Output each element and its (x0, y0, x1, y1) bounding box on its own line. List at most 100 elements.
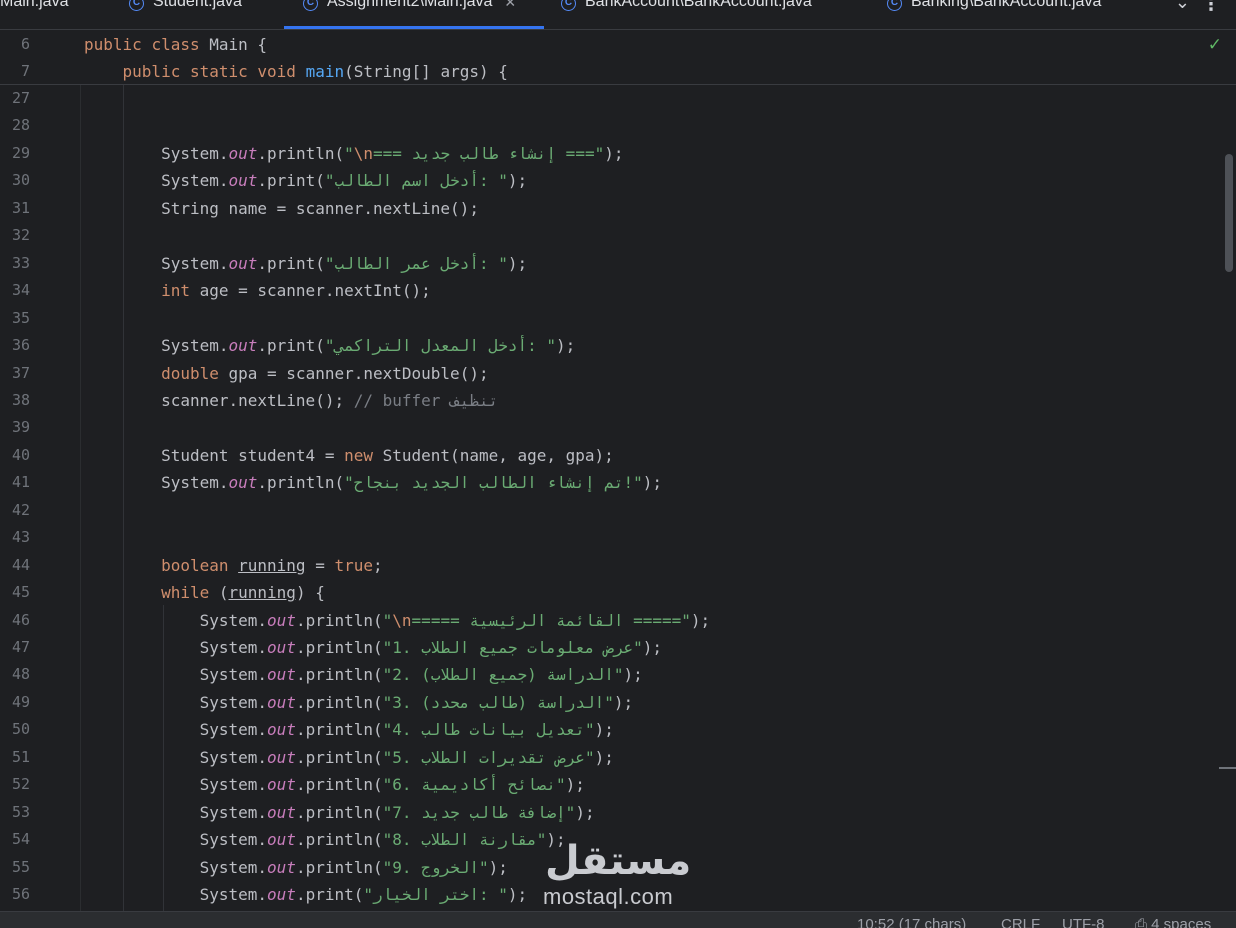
line-number[interactable]: 38 (0, 387, 30, 414)
line-number[interactable]: 34 (0, 277, 30, 304)
code-line[interactable]: 56 System.out.print("اختر الخيار: "); (0, 881, 1236, 908)
code-line[interactable]: 27 (0, 85, 1236, 112)
check-icon[interactable]: ✓ (1208, 35, 1222, 55)
code-line[interactable]: 39 (0, 414, 1236, 441)
code-token: main (305, 62, 345, 81)
line-number[interactable]: 50 (0, 716, 30, 743)
line-number[interactable]: 42 (0, 497, 30, 524)
tab-banking-bankaccount-java[interactable]: C Banking\BankAccount.java (887, 0, 1101, 29)
line-number[interactable]: 30 (0, 167, 30, 194)
line-number[interactable]: 46 (0, 607, 30, 634)
line-number[interactable]: 35 (0, 305, 30, 332)
code-token: System. (84, 143, 229, 163)
code-line[interactable]: 36 System.out.print("أدخل المعدل التراكم… (0, 332, 1236, 359)
line-number[interactable]: 39 (0, 414, 30, 441)
code-token: System. (84, 473, 229, 493)
line-number[interactable]: 45 (0, 579, 30, 606)
tab-label: Assignment2\Main.java (327, 0, 493, 10)
code-line[interactable]: 52 System.out.println("6. نصائح أكاديمية… (0, 771, 1236, 798)
code-text: System.out.println("8. مقارنة الطلاب"); (84, 826, 566, 853)
code-line[interactable]: 43 (0, 524, 1236, 551)
code-line[interactable]: 42 (0, 497, 1236, 524)
code-line[interactable]: 48 System.out.println("2. الدراسة (جميع … (0, 661, 1236, 688)
code-line[interactable]: 45 while (running) { (0, 579, 1236, 606)
line-separator[interactable]: CRLF (1001, 916, 1040, 928)
code-token: System. (84, 638, 268, 657)
line-number[interactable]: 52 (0, 771, 30, 798)
close-icon[interactable]: ✕ (504, 0, 516, 11)
code-line[interactable]: 29 System.out.println("\n=== إنشاء طالب … (0, 140, 1236, 167)
code-line[interactable]: 7 public static void main(String[] args)… (0, 58, 1236, 85)
code-line[interactable]: 6 public class Main { (0, 31, 1236, 58)
line-number[interactable]: 44 (0, 552, 30, 579)
line-number[interactable]: 28 (0, 112, 30, 139)
code-token: "2. الدراسة (جميع الطلاب)" (382, 665, 624, 685)
line-number[interactable]: 47 (0, 634, 30, 661)
line-number[interactable]: 29 (0, 140, 30, 167)
code-line[interactable]: 40 Student student4 = new Student(name, … (0, 442, 1236, 469)
tab-assignment2-main-java[interactable]: C Assignment2\Main.java ✕ (284, 0, 544, 29)
line-number[interactable]: 53 (0, 799, 30, 826)
caret-position[interactable]: 10:52 (17 chars) (857, 916, 966, 928)
code-line[interactable]: 33 System.out.print("أدخل عمر الطالب: ")… (0, 250, 1236, 277)
code-line[interactable]: 37 double gpa = scanner.nextDouble(); (0, 360, 1236, 387)
code-text: System.out.println("تم إنشاء الطالب الجد… (84, 469, 662, 496)
file-encoding[interactable]: UTF-8 (1062, 916, 1105, 928)
code-line[interactable]: 46 System.out.println("\n===== القائمة ا… (0, 607, 1236, 634)
code-token: ; (373, 555, 383, 575)
line-number[interactable]: 40 (0, 442, 30, 469)
code-token: while (161, 583, 219, 603)
tab-main-java[interactable]: Main.java (0, 0, 68, 29)
code-line[interactable]: 49 System.out.println("3. الدراسة (طالب … (0, 689, 1236, 716)
code-text: System.out.println("3. الدراسة (طالب محد… (84, 689, 634, 716)
sticky-scroll-header[interactable]: 6 public class Main {7 public static void… (0, 30, 1236, 85)
line-number[interactable]: 55 (0, 854, 30, 881)
line-number[interactable]: 43 (0, 524, 30, 551)
code-token: System. (84, 336, 229, 356)
line-number[interactable]: 56 (0, 881, 30, 908)
line-number[interactable]: 48 (0, 661, 30, 688)
line-number[interactable]: 49 (0, 689, 30, 716)
line-number[interactable]: 7 (0, 58, 30, 85)
code-token: System. (84, 885, 268, 905)
line-number[interactable]: 36 (0, 332, 30, 359)
tab-bankaccount-bankaccount-java[interactable]: C BankAccount\BankAccount.java (561, 0, 812, 29)
code-line[interactable]: 28 (0, 112, 1236, 139)
code-line[interactable]: 53 System.out.println("7. إضافة طالب جدي… (0, 799, 1236, 826)
code-token: "5. عرض تقديرات الطلاب" (382, 747, 595, 767)
line-number[interactable]: 32 (0, 222, 30, 249)
code-line[interactable]: 47 System.out.println("1. عرض معلومات جم… (0, 634, 1236, 661)
line-number[interactable]: 51 (0, 744, 30, 771)
scrollbar-thumb[interactable] (1225, 154, 1233, 272)
line-number[interactable]: 37 (0, 360, 30, 387)
code-line[interactable]: 30 System.out.print("أدخل اسم الطالب: ")… (0, 167, 1236, 194)
code-token: System. (84, 747, 268, 767)
chevron-down-icon[interactable]: ⌄ (1175, 0, 1190, 13)
code-token: ); (556, 336, 576, 356)
code-token: ); (594, 720, 614, 740)
code-line[interactable]: 34 int age = scanner.nextInt(); (0, 277, 1236, 304)
code-line[interactable]: 38 scanner.nextLine(); // buffer تنظيف (0, 387, 1236, 414)
code-token: System. (84, 665, 268, 685)
code-line[interactable]: 51 System.out.println("5. عرض تقديرات ال… (0, 744, 1236, 771)
line-number[interactable]: 31 (0, 195, 30, 222)
line-number[interactable]: 6 (0, 31, 30, 58)
tab-student-java[interactable]: C Student.java (129, 0, 242, 29)
code-line[interactable]: 31 String name = scanner.nextLine(); (0, 195, 1236, 222)
code-line[interactable]: 50 System.out.println("4. تعديل بيانات ط… (0, 716, 1236, 743)
code-token: out (267, 665, 296, 685)
code-line[interactable]: 35 (0, 305, 1236, 332)
indent-setting[interactable]: ⎙ 4 spaces (1135, 916, 1211, 928)
line-number[interactable]: 33 (0, 250, 30, 277)
line-number[interactable]: 27 (0, 85, 30, 112)
line-number[interactable]: 41 (0, 469, 30, 496)
code-editor[interactable]: 6 public class Main {7 public static void… (0, 30, 1236, 911)
code-line[interactable]: 54 System.out.println("8. مقارنة الطلاب"… (0, 826, 1236, 853)
code-line[interactable]: 44 boolean running = true; (0, 552, 1236, 579)
code-token: out (228, 473, 258, 493)
line-number[interactable]: 54 (0, 826, 30, 853)
code-line[interactable]: 32 (0, 222, 1236, 249)
code-line[interactable]: 41 System.out.println("تم إنشاء الطالب ا… (0, 469, 1236, 496)
more-vertical-icon[interactable]: ⋮ (1202, 0, 1220, 15)
code-line[interactable]: 55 System.out.println("9. الخروج"); (0, 854, 1236, 881)
